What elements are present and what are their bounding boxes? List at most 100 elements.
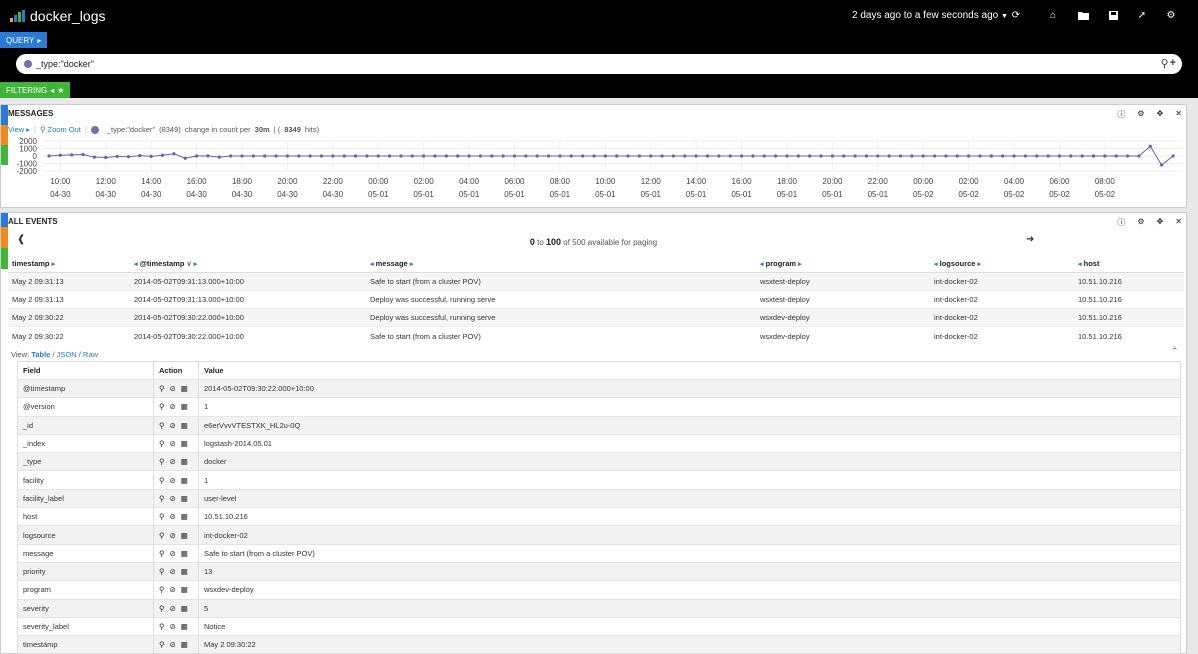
caret-left-icon: ◂ bbox=[760, 260, 764, 268]
toggle-column-icon[interactable]: ▦ bbox=[181, 567, 188, 576]
query-input[interactable]: _type:"docker" ⚲ + bbox=[16, 54, 1182, 74]
filter-exclude-icon[interactable]: ⊘ bbox=[170, 512, 176, 521]
toggle-column-icon[interactable]: ▦ bbox=[181, 585, 188, 594]
close-icon[interactable]: ✕ bbox=[1175, 217, 1182, 228]
info-icon[interactable]: ⓘ bbox=[1117, 217, 1125, 228]
filter-search-icon[interactable]: ⚲ bbox=[159, 494, 165, 503]
filter-exclude-icon[interactable]: ⊘ bbox=[170, 549, 176, 558]
filter-search-icon[interactable]: ⚲ bbox=[159, 402, 165, 411]
data-point bbox=[546, 154, 551, 158]
view-raw-link[interactable]: Raw bbox=[83, 350, 98, 359]
move-icon[interactable]: ✥ bbox=[1157, 109, 1164, 120]
toggle-column-icon[interactable]: ▦ bbox=[181, 622, 188, 631]
view-table-link[interactable]: Table bbox=[31, 350, 50, 359]
toggle-column-icon[interactable]: ▦ bbox=[181, 531, 188, 540]
toggle-column-icon[interactable]: ▦ bbox=[181, 640, 188, 649]
filter-exclude-icon[interactable]: ⊘ bbox=[170, 531, 176, 540]
x-tick-time: 02:00 bbox=[414, 177, 435, 186]
share-icon[interactable]: ➚ bbox=[1135, 8, 1149, 22]
filter-search-icon[interactable]: ⚲ bbox=[159, 457, 165, 466]
next-page-icon[interactable]: ➜ bbox=[1026, 234, 1034, 245]
filter-search-icon[interactable]: ⚲ bbox=[159, 622, 165, 631]
filter-search-icon[interactable]: ⚲ bbox=[159, 585, 165, 594]
gear-icon[interactable]: ⚙ bbox=[1164, 8, 1178, 22]
filter-exclude-icon[interactable]: ⊘ bbox=[170, 384, 176, 393]
field-name: severity bbox=[17, 598, 154, 618]
filter-search-icon[interactable]: ⚲ bbox=[159, 476, 165, 485]
filter-search-icon[interactable]: ⚲ bbox=[159, 439, 165, 448]
hits-prefix: | ( bbox=[273, 125, 281, 134]
filter-exclude-icon[interactable]: ⊘ bbox=[170, 640, 176, 649]
col-logsource[interactable]: ◂ logsource ▸ bbox=[930, 255, 1074, 273]
filter-search-icon[interactable]: ⚲ bbox=[159, 384, 165, 393]
view-json-link[interactable]: JSON bbox=[57, 350, 77, 359]
col-program[interactable]: ◂ program ▸ bbox=[756, 255, 930, 273]
field-value: wsxdev-deploy bbox=[198, 580, 1181, 600]
event-row[interactable]: May 2 09:30:22 2014-05-02T09:30:22.000+1… bbox=[8, 308, 1184, 327]
collapse-icon[interactable]: ⌃ bbox=[1171, 346, 1179, 357]
toggle-column-icon[interactable]: ▦ bbox=[181, 457, 188, 466]
filter-exclude-icon[interactable]: ⊘ bbox=[170, 567, 176, 576]
filter-search-icon[interactable]: ⚲ bbox=[159, 421, 165, 430]
gear-icon[interactable]: ⚙ bbox=[1137, 109, 1144, 120]
filter-search-icon[interactable]: ⚲ bbox=[159, 512, 165, 521]
query-text[interactable]: _type:"docker" bbox=[36, 59, 94, 69]
zoom-out-button[interactable]: ⚲ Zoom Out bbox=[40, 125, 81, 134]
toggle-column-icon[interactable]: ▦ bbox=[181, 604, 188, 613]
field-actions: ⚲ ⊘ ▦ bbox=[153, 543, 199, 563]
filtering-tab[interactable]: FILTERING ◂ ★ bbox=[0, 82, 71, 98]
query-tab[interactable]: QUERY ▸ bbox=[0, 32, 48, 48]
data-point bbox=[796, 154, 800, 158]
toggle-column-icon[interactable]: ▦ bbox=[181, 512, 188, 521]
query-tab-label: QUERY bbox=[6, 35, 35, 45]
event-row[interactable]: May 2 09:31:13 2014-05-02T09:31:13.000+1… bbox=[8, 289, 1184, 309]
info-icon[interactable]: ⓘ bbox=[1117, 109, 1125, 120]
x-tick-time: 06:00 bbox=[504, 177, 525, 186]
refresh-icon[interactable]: ⟳ bbox=[1009, 8, 1023, 22]
gear-icon[interactable]: ⚙ bbox=[1137, 217, 1144, 228]
col-timestamp[interactable]: timestamp ▸ bbox=[8, 255, 130, 273]
filter-exclude-icon[interactable]: ⊘ bbox=[170, 476, 176, 485]
x-tick-date: 04-30 bbox=[96, 190, 117, 199]
toggle-column-icon[interactable]: ▦ bbox=[181, 421, 188, 430]
field-row: timestamp ⚲ ⊘ ▦ May 2 09:30:22 bbox=[17, 635, 1181, 654]
x-tick-date: 05-01 bbox=[777, 190, 798, 199]
col-at-timestamp[interactable]: ◂ @timestamp ∨ ▸ bbox=[130, 255, 366, 273]
filter-exclude-icon[interactable]: ⊘ bbox=[170, 457, 176, 466]
filter-exclude-icon[interactable]: ⊘ bbox=[170, 494, 176, 503]
filter-exclude-icon[interactable]: ⊘ bbox=[170, 622, 176, 631]
event-row[interactable]: May 2 09:31:13 2014-05-02T09:31:13.000+1… bbox=[8, 271, 1184, 291]
cell-program: wsxtest-deploy bbox=[756, 289, 930, 309]
col-label: message bbox=[375, 258, 408, 268]
toggle-column-icon[interactable]: ▦ bbox=[181, 402, 188, 411]
filter-exclude-icon[interactable]: ⊘ bbox=[170, 421, 176, 430]
filter-exclude-icon[interactable]: ⊘ bbox=[170, 439, 176, 448]
move-icon[interactable]: ✥ bbox=[1157, 217, 1164, 228]
view-menu[interactable]: View ▸ bbox=[8, 125, 30, 134]
filter-search-icon[interactable]: ⚲ bbox=[159, 531, 165, 540]
toggle-column-icon[interactable]: ▦ bbox=[181, 439, 188, 448]
toggle-column-icon[interactable]: ▦ bbox=[181, 494, 188, 503]
add-query-icon[interactable]: + bbox=[1170, 57, 1176, 70]
filter-search-icon[interactable]: ⚲ bbox=[159, 640, 165, 649]
save-icon[interactable] bbox=[1106, 8, 1120, 22]
data-point bbox=[58, 153, 62, 157]
filter-exclude-icon[interactable]: ⊘ bbox=[170, 402, 176, 411]
search-icon[interactable]: ⚲ bbox=[1161, 57, 1169, 70]
open-folder-icon[interactable] bbox=[1076, 8, 1090, 22]
toggle-column-icon[interactable]: ▦ bbox=[181, 476, 188, 485]
event-row-expanded[interactable]: May 2 09:30:22 2014-05-02T09:30:22.000+1… bbox=[8, 326, 1184, 346]
toggle-column-icon[interactable]: ▦ bbox=[181, 549, 188, 558]
close-icon[interactable]: ✕ bbox=[1175, 109, 1182, 120]
toggle-column-icon[interactable]: ▦ bbox=[181, 384, 188, 393]
filter-search-icon[interactable]: ⚲ bbox=[159, 604, 165, 613]
filter-search-icon[interactable]: ⚲ bbox=[159, 549, 165, 558]
data-point bbox=[1171, 154, 1175, 158]
filter-exclude-icon[interactable]: ⊘ bbox=[170, 604, 176, 613]
filter-exclude-icon[interactable]: ⊘ bbox=[170, 585, 176, 594]
filter-search-icon[interactable]: ⚲ bbox=[159, 567, 165, 576]
col-message[interactable]: ◂ message ▸ bbox=[366, 255, 756, 273]
home-icon[interactable]: ⌂ bbox=[1046, 8, 1060, 22]
col-host[interactable]: ◂ host bbox=[1074, 255, 1184, 273]
query-color-dot[interactable] bbox=[24, 60, 32, 68]
